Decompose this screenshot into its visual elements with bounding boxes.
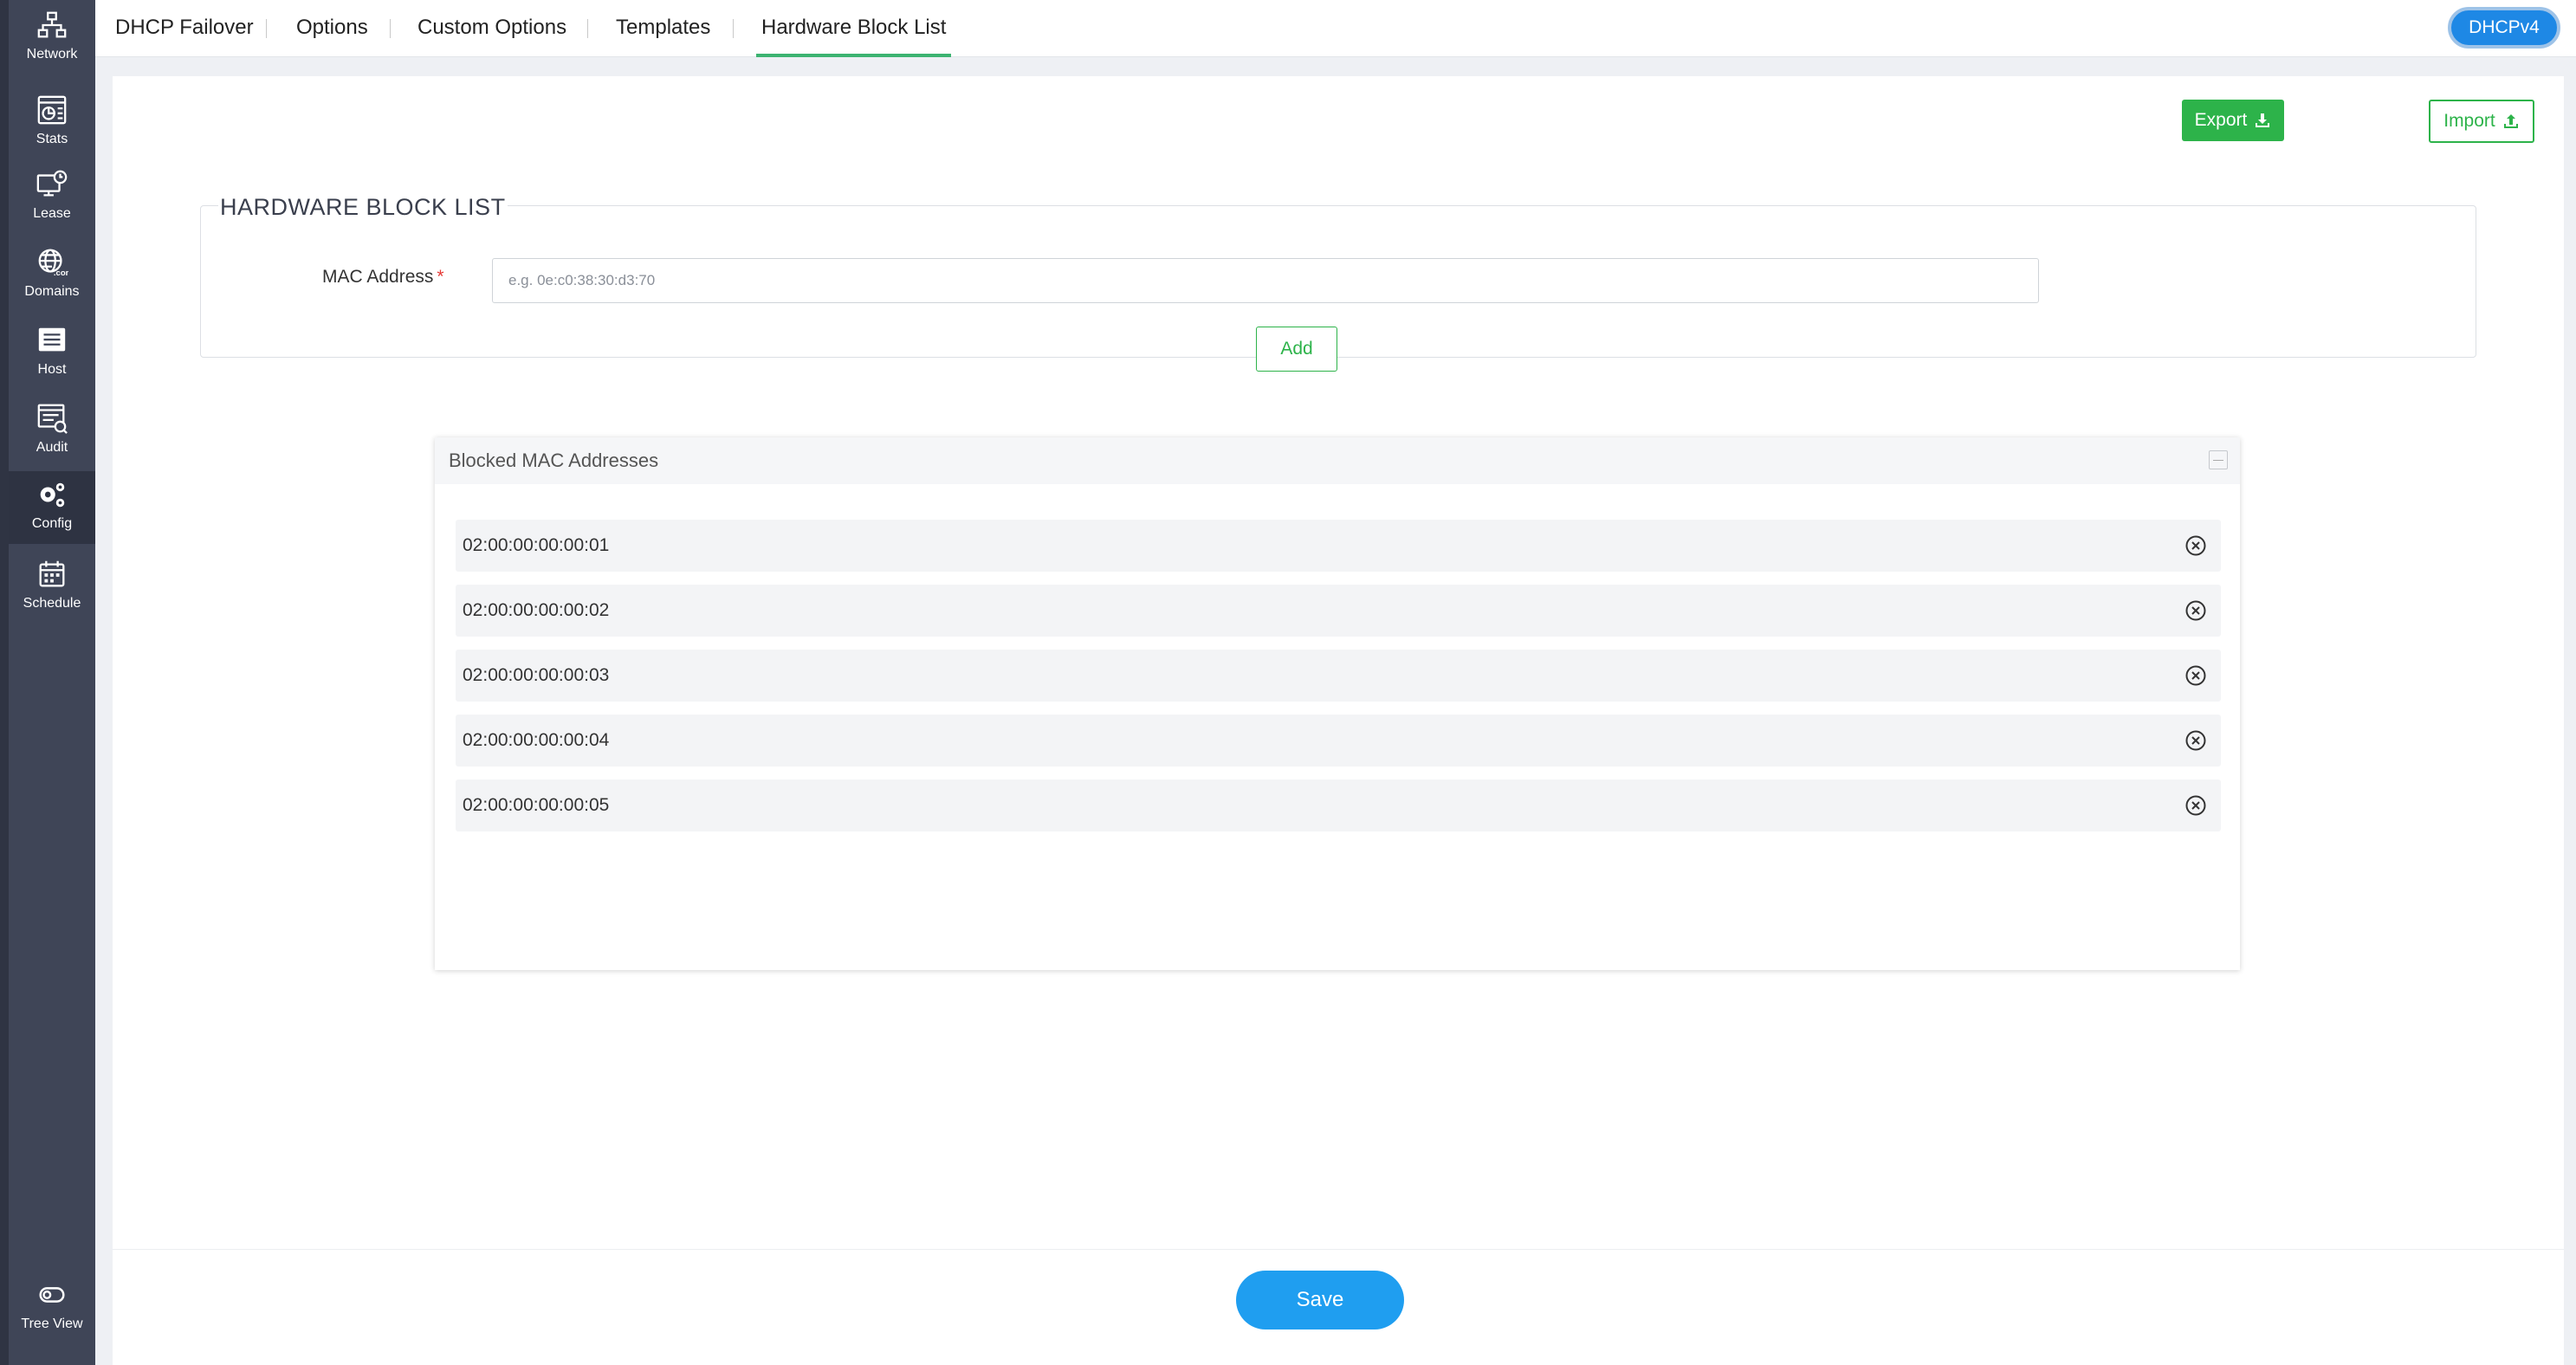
remove-circle-icon[interactable] xyxy=(2184,664,2207,687)
sidebar-item-audit[interactable]: Audit xyxy=(9,395,95,468)
config-icon xyxy=(40,482,65,508)
import-label: Import xyxy=(2443,111,2495,131)
download-icon xyxy=(2256,113,2270,127)
section-title: HARDWARE BLOCK LIST xyxy=(218,194,508,221)
tree-view-toggle[interactable]: Tree View xyxy=(9,1271,95,1344)
mac-address-label-text: MAC Address xyxy=(322,267,434,287)
sidebar-item-lease[interactable]: Lease xyxy=(9,161,95,234)
footer-divider xyxy=(113,1249,2564,1250)
protocol-version-badge[interactable]: DHCPv4 xyxy=(2448,7,2560,49)
stats-icon xyxy=(37,95,67,125)
tab-separator xyxy=(587,19,588,38)
sidebar-item-schedule[interactable]: Schedule xyxy=(9,551,95,624)
tab-options[interactable]: Options xyxy=(296,0,368,57)
mac-address-text: 02:00:00:00:00:05 xyxy=(463,795,610,815)
sidebar-item-label: Domains xyxy=(24,284,80,299)
sidebar-item-stats[interactable]: Stats xyxy=(9,87,95,159)
remove-circle-icon[interactable] xyxy=(2184,534,2207,557)
save-button[interactable]: Save xyxy=(1236,1271,1404,1329)
list-item: 02:00:00:00:00:02 xyxy=(456,585,2221,637)
blocked-mac-panel: Blocked MAC Addresses 02:00:00:00:00:01 … xyxy=(435,437,2240,970)
tab-dhcp-failover[interactable]: DHCP Failover xyxy=(115,0,254,57)
mac-address-text: 02:00:00:00:00:03 xyxy=(463,665,610,685)
sidebar-item-domains[interactable]: .com Domains xyxy=(9,239,95,312)
remove-circle-icon[interactable] xyxy=(2184,729,2207,752)
tab-separator xyxy=(266,19,267,38)
sidebar-item-label: Host xyxy=(37,362,67,377)
list-item: 02:00:00:00:00:03 xyxy=(456,650,2221,702)
toggle-icon xyxy=(39,1287,65,1303)
host-icon xyxy=(38,327,66,352)
network-icon xyxy=(37,11,67,38)
tab-separator xyxy=(733,19,734,38)
export-button[interactable]: Export xyxy=(2182,100,2284,141)
upload-icon xyxy=(2503,114,2518,128)
sidebar-item-label: Schedule xyxy=(23,596,81,611)
sidebar-item-label: Audit xyxy=(36,440,68,455)
tab-templates[interactable]: Templates xyxy=(616,0,710,57)
tab-separator xyxy=(390,19,391,38)
audit-icon xyxy=(37,404,68,434)
panel-header: Blocked MAC Addresses xyxy=(435,437,2240,484)
mac-address-input[interactable] xyxy=(492,258,2039,303)
tab-custom-options[interactable]: Custom Options xyxy=(417,0,566,57)
remove-circle-icon[interactable] xyxy=(2184,599,2207,622)
tree-view-label: Tree View xyxy=(21,1316,83,1331)
collapse-icon[interactable] xyxy=(2209,450,2228,469)
domains-icon: .com xyxy=(38,249,68,278)
mac-address-label: MAC Address * xyxy=(322,267,444,288)
lease-icon xyxy=(36,170,68,197)
sidebar-item-label: Lease xyxy=(33,206,71,221)
import-button[interactable]: Import xyxy=(2429,100,2534,143)
mac-address-text: 02:00:00:00:00:01 xyxy=(463,535,610,555)
sidebar-item-label: Config xyxy=(31,516,73,531)
list-item: 02:00:00:00:00:05 xyxy=(456,780,2221,831)
panel-title: Blocked MAC Addresses xyxy=(449,450,659,471)
tab-hardware-block-list[interactable]: Hardware Block List xyxy=(756,0,952,57)
list-item: 02:00:00:00:00:01 xyxy=(456,520,2221,572)
list-item: 02:00:00:00:00:04 xyxy=(456,715,2221,767)
remove-circle-icon[interactable] xyxy=(2184,794,2207,817)
svg-text:.com: .com xyxy=(54,268,68,278)
sidebar-item-host[interactable]: Host xyxy=(9,317,95,390)
sidebar: Network Stats Lease .com Domains Host Au… xyxy=(0,0,95,1365)
mac-address-text: 02:00:00:00:00:04 xyxy=(463,730,610,750)
required-marker: * xyxy=(437,267,444,287)
schedule-icon xyxy=(39,560,65,587)
sidebar-item-label: Stats xyxy=(36,132,68,146)
top-tab-bar: DHCP Failover Options Custom Options Tem… xyxy=(95,0,2576,57)
mac-address-text: 02:00:00:00:00:02 xyxy=(463,600,610,620)
sidebar-item-network[interactable]: Network xyxy=(9,2,95,74)
sidebar-item-label: Network xyxy=(26,47,78,61)
add-button[interactable]: Add xyxy=(1256,327,1337,372)
sidebar-item-config[interactable]: Config xyxy=(9,471,95,544)
export-label: Export xyxy=(2194,110,2248,130)
